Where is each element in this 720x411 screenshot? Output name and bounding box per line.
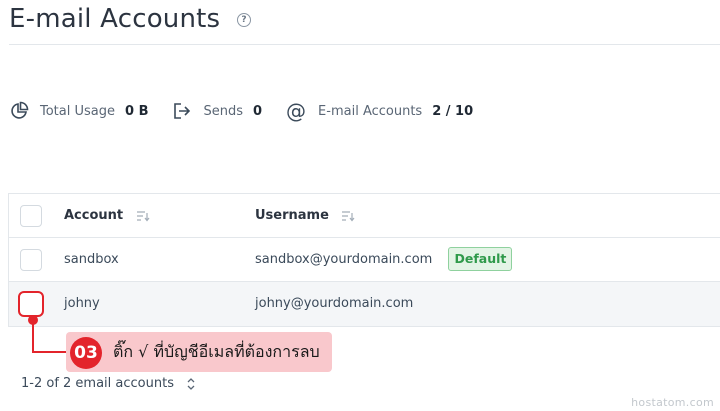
account-cell: sandbox	[64, 252, 119, 267]
column-label: Username	[255, 208, 329, 223]
table-row[interactable]: sandbox sandbox@yourdomain.com Default	[9, 238, 720, 282]
account-cell: johny	[64, 296, 100, 311]
page-title: E-mail Accounts	[9, 4, 221, 34]
row-checkbox[interactable]	[18, 291, 44, 317]
send-arrow-icon	[174, 103, 191, 119]
stat-total-usage: Total Usage 0 B	[9, 101, 148, 121]
stat-value: 2 / 10	[432, 103, 474, 119]
callout-instruction: ติ๊ก √ ที่บัญชีอีเมลที่ต้องการลบ	[113, 342, 320, 361]
username-text: sandbox@yourdomain.com	[255, 252, 433, 267]
stat-sends: Sends 0	[172, 101, 262, 121]
pagination-summary: 1-2 of 2 email accounts	[21, 376, 174, 391]
username-text: johny@yourdomain.com	[255, 296, 414, 311]
row-checkbox[interactable]	[20, 249, 42, 271]
pie-chart-icon	[11, 101, 29, 119]
sort-icon[interactable]	[136, 210, 150, 222]
stat-label: Total Usage	[40, 103, 115, 119]
stat-label: E-mail Accounts	[318, 103, 423, 119]
column-header-username[interactable]: Username	[255, 194, 355, 238]
title-divider	[9, 44, 720, 45]
chevron-updown-icon[interactable]	[186, 377, 196, 391]
column-header-account[interactable]: Account	[64, 194, 150, 238]
watermark: hostatom.com	[631, 396, 714, 409]
default-badge: Default	[448, 246, 513, 271]
callout-anchor-dot	[28, 315, 38, 325]
callout-step-number: 03	[70, 337, 102, 369]
sort-icon[interactable]	[341, 210, 355, 222]
stat-value: 0 B	[125, 103, 149, 119]
stat-email-accounts: @ E-mail Accounts 2 / 10	[286, 101, 473, 121]
pagination: 1-2 of 2 email accounts	[21, 376, 196, 391]
table-row[interactable]: johny johny@yourdomain.com	[9, 282, 720, 326]
stats-bar: Total Usage 0 B Sends 0 @ E-mail Account…	[9, 99, 497, 123]
select-all-checkbox[interactable]	[20, 205, 42, 227]
stat-label: Sends	[203, 103, 243, 119]
at-sign-icon: @	[286, 99, 307, 123]
help-icon[interactable]: ?	[237, 13, 251, 27]
username-cell: johny@yourdomain.com	[255, 282, 413, 326]
stat-value: 0	[253, 103, 263, 119]
username-cell: sandbox@yourdomain.com Default	[255, 238, 513, 282]
table-header-row: Account Username	[9, 194, 720, 238]
column-label: Account	[64, 208, 124, 223]
accounts-table: Account Username sandbox sandbox@yourdom…	[8, 193, 720, 327]
